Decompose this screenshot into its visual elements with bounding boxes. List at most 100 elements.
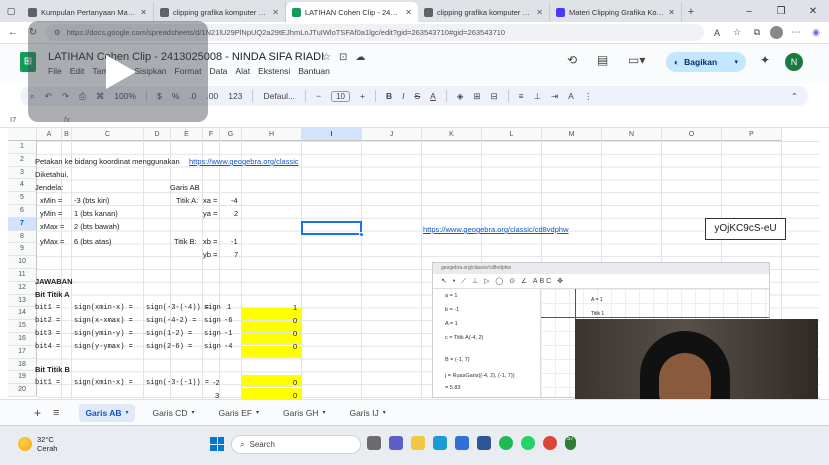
restore-icon[interactable]: ❐ (765, 0, 797, 22)
chevron-down-icon[interactable]: ▾ (734, 58, 738, 66)
fill-color-icon[interactable]: ◈ (457, 91, 464, 102)
row-header[interactable]: 16 (8, 333, 37, 346)
row-header[interactable]: 14 (8, 307, 37, 321)
row-header[interactable]: 20 (8, 384, 37, 397)
column-header[interactable]: A (37, 128, 62, 141)
gemini-icon[interactable]: ✦ (760, 53, 770, 67)
chevron-down-icon[interactable]: ▾ (322, 409, 325, 416)
strikethrough-icon[interactable]: S (415, 91, 421, 101)
close-tab-icon[interactable]: ✕ (272, 8, 279, 17)
italic-icon[interactable]: I (402, 91, 404, 101)
chevron-down-icon[interactable]: ▾ (126, 409, 129, 416)
row-header[interactable]: 6 (8, 205, 37, 218)
row-header[interactable]: 7 (8, 217, 37, 231)
profile-avatar[interactable] (770, 26, 783, 39)
star-icon[interactable]: ☆ (322, 52, 331, 63)
meet-icon[interactable]: ▭▾ (628, 53, 645, 67)
selected-cell[interactable] (301, 221, 364, 237)
favorite-star-icon[interactable]: ☆ (730, 27, 744, 38)
spotify-icon[interactable] (499, 436, 513, 450)
chevron-down-icon[interactable]: ▾ (383, 409, 386, 416)
row-header[interactable]: 9 (8, 243, 37, 257)
weather-widget[interactable]: 32°C Cerah (18, 435, 57, 453)
column-header[interactable]: E (171, 128, 203, 141)
column-header[interactable]: P (722, 128, 782, 141)
column-header[interactable]: L (482, 128, 542, 141)
add-sheet-icon[interactable]: + (34, 406, 41, 420)
teams-icon[interactable] (389, 436, 403, 450)
font-size-increase-button[interactable]: + (360, 91, 365, 101)
borders-icon[interactable]: ⊞ (473, 91, 480, 102)
column-header[interactable]: I (302, 128, 362, 141)
sheet-tab[interactable]: Garis IJ ▾ (343, 404, 391, 422)
row-header[interactable]: 12 (8, 281, 37, 295)
menu-extensions[interactable]: Ekstensi (258, 66, 290, 76)
row-header[interactable]: 3 (8, 166, 37, 180)
cell-link[interactable]: https://www.geogebra.org/classic/cd8vdph… (423, 224, 569, 236)
row-header[interactable]: 10 (8, 256, 37, 269)
row-header[interactable]: 15 (8, 320, 37, 333)
store-icon[interactable] (455, 436, 469, 450)
font-size-input[interactable]: 10 (331, 90, 351, 102)
window-menu-icon[interactable]: ▢ (0, 0, 22, 22)
sheet-tab[interactable]: Garis EF ▾ (212, 404, 265, 422)
menu-help[interactable]: Bantuan (298, 66, 330, 76)
row-header[interactable]: 19 (8, 371, 37, 385)
column-header[interactable]: D (144, 128, 171, 141)
cell-link[interactable]: https://www.geogebra.org/classic (189, 156, 299, 168)
taskbar-search[interactable]: ⌕ Search (231, 435, 361, 454)
select-all-corner[interactable] (8, 128, 37, 141)
menu-tools[interactable]: Alat (235, 66, 250, 76)
row-header[interactable]: 18 (8, 358, 37, 372)
close-tab-icon[interactable]: ✕ (668, 8, 675, 17)
horizontal-align-icon[interactable]: ≡ (519, 91, 524, 101)
merge-cells-icon[interactable]: ⊟ (491, 91, 498, 102)
row-header[interactable]: 8 (8, 230, 37, 244)
column-header[interactable]: G (220, 128, 242, 141)
column-header[interactable]: B (62, 128, 72, 141)
close-tab-icon[interactable]: ✕ (140, 8, 147, 17)
close-tab-icon[interactable]: ✕ (405, 8, 412, 17)
font-size-decrease-button[interactable]: − (316, 91, 321, 101)
font-select[interactable]: Defaul... (263, 91, 295, 101)
account-avatar[interactable]: N (785, 53, 803, 71)
column-header[interactable]: K (422, 128, 482, 141)
column-header[interactable]: F (203, 128, 220, 141)
column-header[interactable]: N (602, 128, 662, 141)
text-color-icon[interactable]: A (430, 91, 436, 101)
column-header[interactable]: M (542, 128, 602, 141)
browser-tab-active[interactable]: LATIHAN Cohen Clip - 24130 ✕ (286, 2, 418, 22)
text-wrapping-icon[interactable]: ⇥ (551, 91, 558, 102)
new-tab-icon[interactable]: + (682, 2, 700, 22)
close-window-icon[interactable]: ✕ (797, 0, 829, 22)
more-toolbar-icon[interactable]: ⋮ (584, 91, 593, 102)
file-explorer-icon[interactable] (411, 436, 425, 450)
video-play-button[interactable] (28, 21, 208, 122)
increase-decimal-button[interactable]: .00 (206, 91, 218, 101)
sheet-tab[interactable]: Garis GH ▾ (277, 404, 331, 422)
chrome-icon[interactable] (543, 436, 557, 450)
number-format-button[interactable]: 123 (228, 91, 242, 101)
browser-tab[interactable]: clipping grafika komputer - G ✕ (154, 2, 286, 22)
share-button[interactable]: ◐ Bagikan ▾ (666, 52, 746, 72)
chevron-down-icon[interactable]: ▾ (191, 409, 194, 416)
back-icon[interactable]: ← (6, 27, 20, 38)
move-folder-icon[interactable]: ⊡ (339, 52, 347, 63)
row-header[interactable]: 17 (8, 345, 37, 359)
sheet-tab[interactable]: Garis CD ▾ (147, 404, 201, 422)
task-view-icon[interactable] (367, 436, 381, 450)
edge-icon[interactable] (433, 436, 447, 450)
history-icon[interactable]: ⟲ (567, 53, 577, 67)
minimize-icon[interactable]: – (733, 0, 765, 22)
fill-handle[interactable] (359, 232, 364, 237)
menu-data[interactable]: Data (209, 66, 227, 76)
column-header[interactable]: O (662, 128, 722, 141)
browser-tab[interactable]: clipping grafika komputer per ✕ (418, 2, 550, 22)
browser-tab[interactable]: Materi Clipping Grafika Komp ✕ (550, 2, 682, 22)
all-sheets-icon[interactable]: ≡ (53, 407, 59, 419)
comments-icon[interactable]: ▤ (597, 53, 608, 67)
row-header[interactable]: 2 (8, 153, 37, 167)
row-header[interactable]: 1 (8, 141, 37, 154)
row-header[interactable]: 11 (8, 269, 37, 282)
row-header[interactable]: 13 (8, 294, 37, 308)
